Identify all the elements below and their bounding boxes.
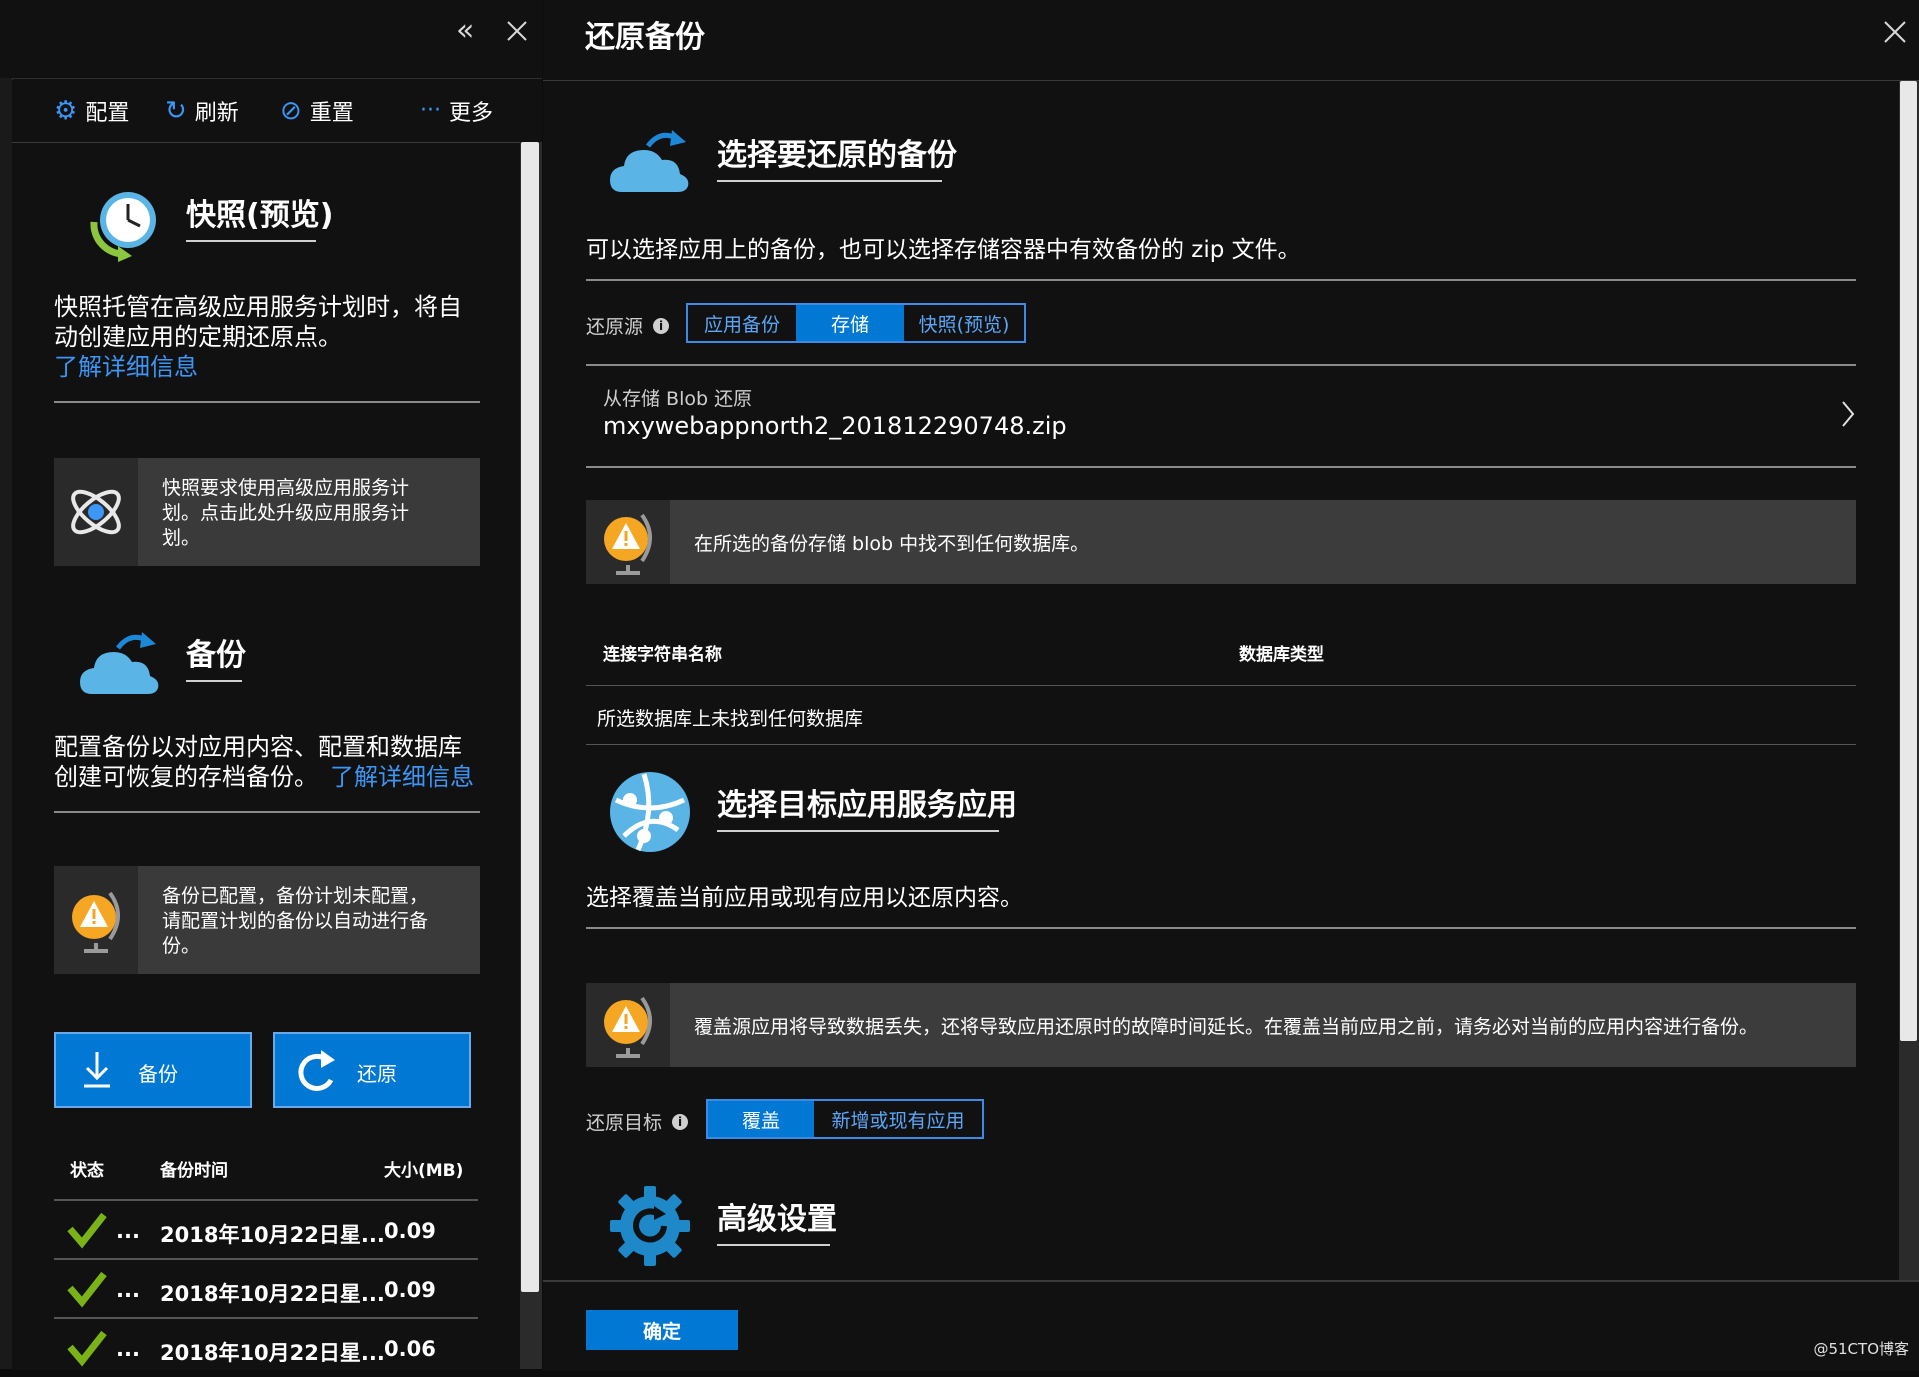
table-row[interactable]: ... 2018年10月22日星... 0.09 xyxy=(54,1199,478,1259)
close-icon[interactable] xyxy=(506,20,528,42)
select-target-underline xyxy=(717,830,999,832)
cloud-backup-icon xyxy=(80,632,159,694)
advanced-settings-underline xyxy=(717,1244,830,1246)
gear-icon: ⚙ xyxy=(54,96,78,126)
divider xyxy=(586,279,1856,281)
reset-button[interactable]: ⊘ 重置 xyxy=(280,94,354,128)
table-header-status: 状态 xyxy=(70,1161,104,1181)
db-header-connection-string: 连接字符串名称 xyxy=(603,645,722,665)
divider xyxy=(586,927,1856,929)
source-option-storage[interactable]: 存储 xyxy=(796,305,904,341)
more-icon: ··· xyxy=(420,98,441,123)
table-divider xyxy=(586,744,1856,745)
watermark: @51CTO博客 xyxy=(1813,1340,1909,1358)
restore-source-label: 还原源 i xyxy=(586,312,670,339)
backup-description: 配置备份以对应用内容、配置和数据库 创建可恢复的存档备份。 了解详细信息 xyxy=(54,733,474,791)
warning-icon xyxy=(604,996,652,1058)
ok-button[interactable]: 确定 xyxy=(586,1310,738,1350)
table-row[interactable]: ... 2018年10月22日星... 0.06 xyxy=(54,1317,478,1377)
info-icon[interactable]: i xyxy=(672,1113,689,1130)
table-divider xyxy=(586,685,1856,686)
left-scrollbar-thumb[interactable] xyxy=(521,142,539,1292)
snapshot-description: 快照托管在高级应用服务计划时，将自 动创建应用的定期还原点。 了解详细信息 xyxy=(54,293,462,382)
backup-button[interactable]: 备份 xyxy=(54,1032,252,1108)
atom-icon xyxy=(71,489,121,535)
advanced-settings-title[interactable]: 高级设置 xyxy=(717,1194,837,1238)
app-service-icon xyxy=(610,772,690,852)
gear-icon xyxy=(610,1186,690,1266)
table-row[interactable]: ... 2018年10月22日星... 0.09 xyxy=(54,1258,478,1318)
no-database-warning: 在所选的备份存储 blob 中找不到任何数据库。 xyxy=(586,500,1856,584)
config-button[interactable]: ⚙ 配置 xyxy=(54,94,129,128)
db-header-db-type: 数据库类型 xyxy=(1239,645,1324,665)
block-icon: ⊘ xyxy=(280,96,302,126)
source-option-snapshot[interactable]: 快照(预览) xyxy=(904,305,1024,341)
restore-source-selector: 应用备份 存储 快照(预览) xyxy=(686,303,1026,343)
more-button[interactable]: ··· 更多 xyxy=(420,94,493,128)
check-icon xyxy=(67,1271,107,1308)
select-target-description: 选择覆盖当前应用或现有应用以还原内容。 xyxy=(586,885,1023,911)
command-bar: ⚙ 配置 ↻ 刷新 ⊘ 重置 ··· 更多 xyxy=(12,80,542,142)
backup-schedule-notice[interactable]: 备份已配置，备份计划未配置， 请配置计划的备份以自动进行备 份。 xyxy=(54,866,480,974)
divider xyxy=(586,466,1856,468)
collapse-icon[interactable]: « xyxy=(456,12,474,50)
select-backup-title: 选择要还原的备份 xyxy=(717,138,957,173)
table-header-time: 备份时间 xyxy=(160,1161,228,1181)
warning-icon xyxy=(604,513,652,575)
restore-target-label: 还原目标 i xyxy=(586,1108,689,1135)
close-icon[interactable] xyxy=(1883,20,1907,44)
check-icon xyxy=(67,1330,107,1367)
check-icon xyxy=(67,1212,107,1249)
table-header-size: 大小(MB) xyxy=(384,1161,464,1181)
backup-title: 备份 xyxy=(186,638,246,673)
divider xyxy=(54,811,480,813)
snapshot-upgrade-notice[interactable]: 快照要求使用高级应用服务计 划。点击此处升级应用服务计 划。 xyxy=(54,458,480,566)
restore-button[interactable]: 还原 xyxy=(273,1032,471,1108)
warning-icon xyxy=(72,891,120,953)
restore-blade-header: 还原备份 xyxy=(543,0,1919,81)
target-option-new-or-existing[interactable]: 新增或现有应用 xyxy=(814,1101,982,1137)
snapshot-learn-more-link[interactable]: 了解详细信息 xyxy=(54,352,462,382)
cloud-backup-icon xyxy=(610,130,689,192)
clock-icon xyxy=(90,192,156,262)
blob-value: mxywebappnorth2_201812290748.zip xyxy=(603,412,1067,440)
source-option-app-backup[interactable]: 应用备份 xyxy=(688,305,796,341)
page-title: 还原备份 xyxy=(585,20,705,55)
restore-icon xyxy=(298,1050,335,1091)
blade-footer xyxy=(543,1280,1919,1371)
refresh-button[interactable]: ↻ 刷新 xyxy=(165,94,239,128)
right-scrollbar-thumb[interactable] xyxy=(1900,81,1917,1041)
snapshot-title-underline xyxy=(186,240,316,242)
refresh-icon: ↻ xyxy=(165,96,187,126)
select-target-title: 选择目标应用服务应用 xyxy=(717,788,1017,823)
restore-target-selector: 覆盖 新增或现有应用 xyxy=(706,1099,984,1139)
chevron-right-icon xyxy=(1842,401,1855,427)
backup-title-underline xyxy=(186,680,242,682)
storage-blob-picker[interactable]: 从存储 Blob 还原 mxywebappnorth2_201812290748… xyxy=(586,366,1856,466)
overwrite-warning: 覆盖源应用将导致数据丢失，还将导致应用还原时的故障时间延长。在覆盖当前应用之前，… xyxy=(586,983,1856,1067)
db-empty-message: 所选数据库上未找到任何数据库 xyxy=(597,708,864,730)
target-option-overwrite[interactable]: 覆盖 xyxy=(708,1101,814,1137)
blob-label: 从存储 Blob 还原 xyxy=(603,388,753,410)
backup-learn-more-link[interactable]: 了解详细信息 xyxy=(330,763,474,791)
snapshot-title: 快照(预览) xyxy=(186,198,334,233)
info-icon[interactable]: i xyxy=(653,317,670,334)
divider xyxy=(54,401,480,403)
select-backup-description: 可以选择应用上的备份，也可以选择存储容器中有效备份的 zip 文件。 xyxy=(586,237,1301,263)
download-icon xyxy=(84,1052,110,1088)
select-backup-underline xyxy=(717,180,942,182)
left-blade-header: « xyxy=(0,0,542,79)
